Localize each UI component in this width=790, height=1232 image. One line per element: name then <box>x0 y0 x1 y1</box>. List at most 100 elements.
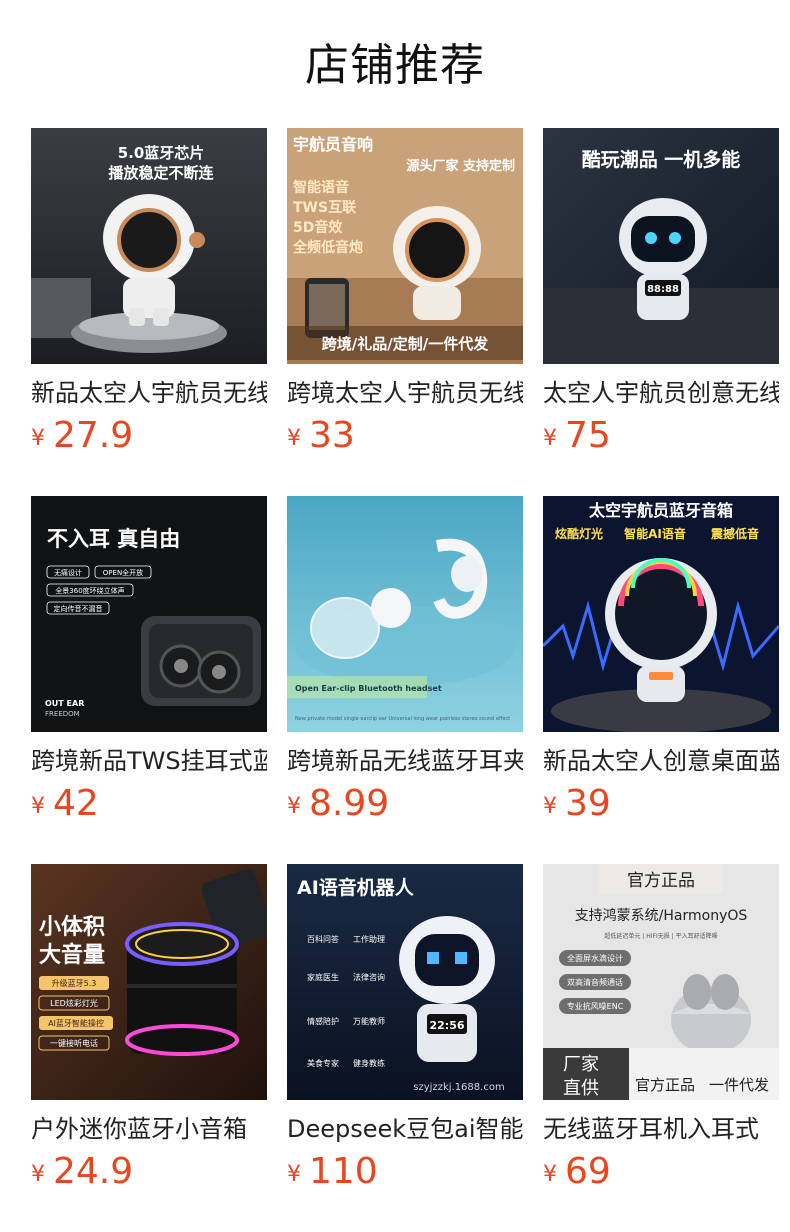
image-caption: TWS互联 <box>293 200 357 216</box>
image-caption: 5D音效 <box>293 219 343 236</box>
image-caption: 一件代发 <box>709 1076 769 1094</box>
feature-tag: OPEN全开放 <box>103 568 143 577</box>
image-caption: AI语音机器人 <box>297 876 415 899</box>
product-image[interactable]: 22:56 AI语音机器人 百科问答 工作助理 家庭医生 法律咨询 情感陪护 万… <box>287 864 523 1100</box>
price-amount: 75 <box>565 415 611 456</box>
product-name[interactable]: 户外迷你蓝牙小音箱 <box>31 1112 267 1146</box>
ai-robot-astronaut-icon: 22:56 AI语音机器人 百科问答 工作助理 家庭医生 法律咨询 情感陪护 万… <box>287 864 523 1100</box>
product-price: ¥110 <box>287 1150 378 1194</box>
currency-symbol: ¥ <box>287 426 301 451</box>
product-price: ¥8.99 <box>287 782 389 826</box>
product-name[interactable]: Deepseek豆包ai智能机器人 <box>287 1112 523 1146</box>
price-amount: 33 <box>309 415 355 456</box>
image-caption: 直供 <box>563 1078 599 1099</box>
product-image[interactable]: 宇航员音响 源头厂家 支持定制 智能语音 TWS互联 5D音效 全频低音炮 跨境… <box>287 128 523 364</box>
feature-label: 百科问答 <box>307 934 339 944</box>
feature-tag: LED炫彩灯光 <box>50 998 98 1008</box>
price-amount: 39 <box>565 783 611 824</box>
product-card[interactable]: 不入耳 真自由 无痛设计 OPEN全开放 全景360度环绕立体声 定向传音不漏音… <box>31 496 267 836</box>
product-name[interactable]: 新品太空人宇航员无线蓝牙音箱 <box>31 376 267 410</box>
product-card[interactable]: 太空宇航员蓝牙音箱 炫酷灯光 智能AI语音 震撼低音 新品太空人创意桌面蓝牙音箱… <box>543 496 779 836</box>
feature-tag: 专业抗风噪ENC <box>567 1001 624 1011</box>
product-card[interactable]: 宇航员音响 源头厂家 支持定制 智能语音 TWS互联 5D音效 全频低音炮 跨境… <box>287 128 523 468</box>
feature-tag: 全景360度环绕立体声 <box>55 586 124 595</box>
image-caption: 小体积 <box>39 915 105 940</box>
feature-label: 万能教师 <box>353 1016 385 1026</box>
ear-clip-headset-icon: Open Ear-clip Bluetooth headset New priv… <box>287 496 523 732</box>
open-ear-earbuds-icon: 不入耳 真自由 无痛设计 OPEN全开放 全景360度环绕立体声 定向传音不漏音… <box>31 496 267 732</box>
earbuds-case-silver-icon: 官方正品 支持鸿蒙系统/HarmonyOS 超低延迟单元 | HIFI无损 | … <box>543 864 779 1100</box>
product-card[interactable]: Open Ear-clip Bluetooth headset New priv… <box>287 496 523 836</box>
product-card[interactable]: 88:88 酷玩潮品 一机多能 太空人宇航员创意无线蓝牙音箱 ¥75 <box>543 128 779 468</box>
price-amount: 8.99 <box>309 783 390 824</box>
product-image[interactable]: 小体积 大音量 升级蓝牙5.3 LED炫彩灯光 AI蓝牙智能操控 一键接听电话 <box>31 864 267 1100</box>
product-name[interactable]: 无线蓝牙耳机入耳式 <box>543 1112 779 1146</box>
image-caption: 宇航员音响 <box>293 135 373 154</box>
image-caption: 播放稳定不断连 <box>108 164 214 182</box>
currency-symbol: ¥ <box>31 794 45 819</box>
product-name[interactable]: 新品太空人创意桌面蓝牙音箱 <box>543 744 779 778</box>
product-name[interactable]: 跨境新品TWS挂耳式蓝牙耳机 <box>31 744 267 778</box>
product-image[interactable]: Open Ear-clip Bluetooth headset New priv… <box>287 496 523 732</box>
product-price: ¥24.9 <box>31 1150 133 1194</box>
image-caption: 超低延迟单元 | HIFI无损 | 平入耳舒适降噪 <box>604 932 717 940</box>
image-caption: 官方正品 <box>635 1076 695 1094</box>
product-name[interactable]: 跨境新品无线蓝牙耳夹式耳机 <box>287 744 523 778</box>
image-caption: 太空宇航员蓝牙音箱 <box>588 501 733 520</box>
image-caption: 大音量 <box>39 942 105 968</box>
image-caption: 智能语音 <box>292 179 349 196</box>
product-image[interactable]: 太空宇航员蓝牙音箱 炫酷灯光 智能AI语音 震撼低音 <box>543 496 779 732</box>
feature-tag: 无痛设计 <box>54 568 82 577</box>
feature-label: 情感陪护 <box>307 1016 339 1026</box>
image-caption: 不入耳 真自由 <box>47 527 180 551</box>
image-caption: 官方正品 <box>627 871 695 891</box>
image-caption: 智能AI语音 <box>623 526 686 541</box>
image-caption: Open Ear-clip Bluetooth headset <box>295 684 442 693</box>
currency-symbol: ¥ <box>543 1162 557 1187</box>
product-price: ¥42 <box>31 782 99 826</box>
feature-label: 家庭医生 <box>307 972 339 982</box>
price-amount: 24.9 <box>53 1151 134 1192</box>
astronaut-speaker-white-icon: 5.0蓝牙芯片 播放稳定不断连 <box>31 128 267 364</box>
feature-tag: 一键接听电话 <box>50 1038 98 1048</box>
feature-label: 工作助理 <box>353 934 385 944</box>
product-image[interactable]: 官方正品 支持鸿蒙系统/HarmonyOS 超低延迟单元 | HIFI无损 | … <box>543 864 779 1100</box>
product-card[interactable]: 5.0蓝牙芯片 播放稳定不断连 新品太空人宇航员无线蓝牙音箱 ¥27.9 <box>31 128 267 468</box>
robot-astronaut-clock-icon: 88:88 酷玩潮品 一机多能 <box>543 128 779 364</box>
image-caption: 厂家 <box>563 1054 599 1075</box>
product-image[interactable]: 88:88 酷玩潮品 一机多能 <box>543 128 779 364</box>
price-amount: 42 <box>53 783 99 824</box>
image-caption: 酷玩潮品 一机多能 <box>582 148 741 171</box>
astronaut-speaker-gold-icon: 宇航员音响 源头厂家 支持定制 智能语音 TWS互联 5D音效 全频低音炮 跨境… <box>287 128 523 364</box>
image-caption: New private model single earclip ear Uni… <box>295 716 510 722</box>
section-title: 店铺推荐 <box>305 40 485 91</box>
image-caption: OUT EAR <box>45 699 84 708</box>
mini-rgb-speaker-icon: 小体积 大音量 升级蓝牙5.3 LED炫彩灯光 AI蓝牙智能操控 一键接听电话 <box>31 864 267 1100</box>
product-name[interactable]: 跨境太空人宇航员无线蓝牙音箱 <box>287 376 523 410</box>
feature-label: 美食专家 <box>307 1058 339 1068</box>
currency-symbol: ¥ <box>543 426 557 451</box>
image-caption: 全频低音炮 <box>292 239 363 256</box>
product-card[interactable]: 官方正品 支持鸿蒙系统/HarmonyOS 超低延迟单元 | HIFI无损 | … <box>543 864 779 1204</box>
image-caption: 炫酷灯光 <box>555 526 603 541</box>
currency-symbol: ¥ <box>287 1162 301 1187</box>
product-name[interactable]: 太空人宇航员创意无线蓝牙音箱 <box>543 376 779 410</box>
product-card[interactable]: 22:56 AI语音机器人 百科问答 工作助理 家庭医生 法律咨询 情感陪护 万… <box>287 864 523 1204</box>
feature-tag: 定向传音不漏音 <box>54 604 103 613</box>
product-price: ¥27.9 <box>31 414 133 458</box>
currency-symbol: ¥ <box>31 1162 45 1187</box>
rgb-astronaut-speaker-icon: 太空宇航员蓝牙音箱 炫酷灯光 智能AI语音 震撼低音 <box>543 496 779 732</box>
price-amount: 69 <box>565 1151 611 1192</box>
product-image[interactable]: 5.0蓝牙芯片 播放稳定不断连 <box>31 128 267 364</box>
image-caption: FREEDOM <box>45 710 80 718</box>
feature-tag: 升级蓝牙5.3 <box>52 978 97 988</box>
clock-display: 88:88 <box>647 284 679 295</box>
feature-tag: AI蓝牙智能操控 <box>48 1018 104 1028</box>
feature-tag: 双高清音频通话 <box>567 977 623 987</box>
product-card[interactable]: 小体积 大音量 升级蓝牙5.3 LED炫彩灯光 AI蓝牙智能操控 一键接听电话 … <box>31 864 267 1204</box>
price-amount: 110 <box>309 1151 378 1192</box>
product-image[interactable]: 不入耳 真自由 无痛设计 OPEN全开放 全景360度环绕立体声 定向传音不漏音… <box>31 496 267 732</box>
image-caption: 跨境/礼品/定制/一件代发 <box>322 335 489 353</box>
image-caption: 震撼低音 <box>711 526 759 541</box>
feature-label: 法律咨询 <box>353 972 385 982</box>
